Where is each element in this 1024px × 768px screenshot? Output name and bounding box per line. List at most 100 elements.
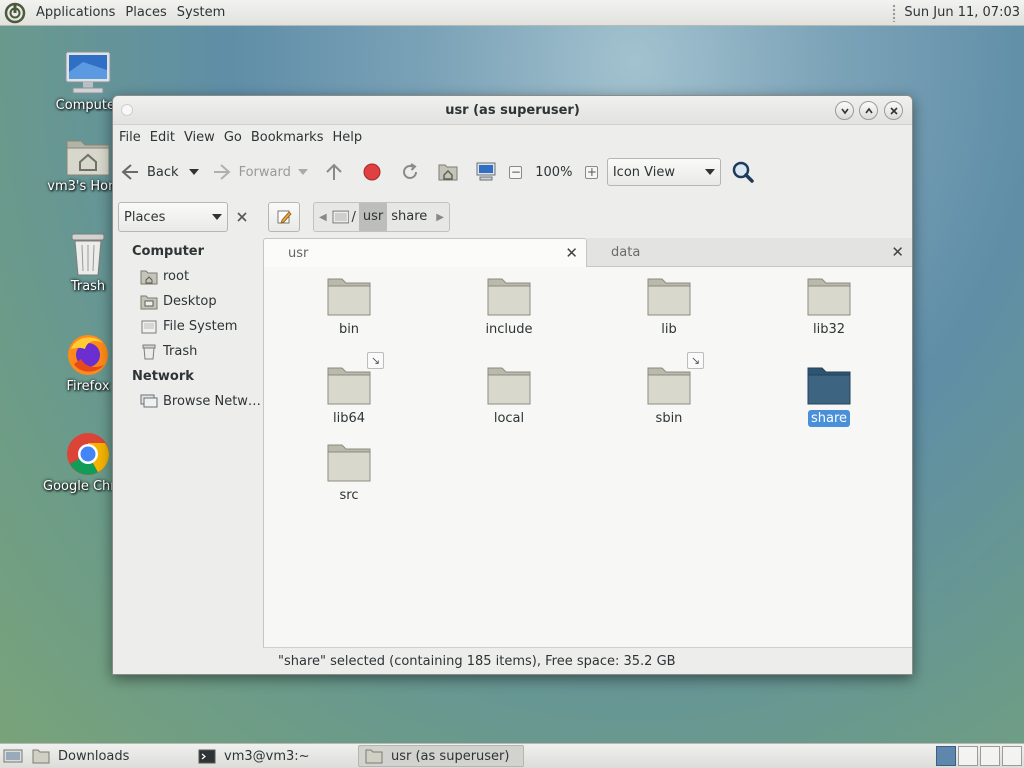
up-arrow-icon [326, 163, 342, 180]
taskbar-item-label: Downloads [58, 748, 130, 764]
menu-edit[interactable]: Edit [146, 130, 179, 145]
file-item-share[interactable]: share [774, 364, 884, 427]
stop-icon [363, 163, 381, 181]
zoom-out-button[interactable]: − [505, 157, 527, 187]
drive-icon [141, 320, 157, 333]
workspace-4[interactable] [1002, 746, 1022, 766]
file-item-sbin[interactable]: ↘ sbin [614, 352, 724, 427]
home-folder-icon [438, 164, 458, 181]
breadcrumb-usr[interactable]: usr [358, 203, 388, 231]
forward-button[interactable]: Forward [211, 157, 291, 187]
workspace-3[interactable] [980, 746, 1000, 766]
view-mode-value: Icon View [612, 164, 675, 180]
caret-down-icon [704, 169, 715, 175]
breadcrumb-share[interactable]: share [387, 203, 431, 231]
breadcrumb-scroll-left[interactable]: ◀ [314, 212, 332, 223]
close-window-button[interactable] [884, 101, 903, 120]
maximize-button[interactable] [859, 101, 878, 120]
window-titlebar[interactable]: usr (as superuser) [113, 96, 912, 125]
toggle-location-entry-button[interactable] [268, 202, 300, 232]
menu-view[interactable]: View [180, 130, 219, 145]
window-menubar: File Edit View Go Bookmarks Help [113, 125, 912, 149]
close-tab-icon[interactable]: ✕ [891, 238, 904, 267]
main-toolbar: Back Forward − 100% + Icon View [113, 151, 912, 193]
forward-label: Forward [238, 164, 291, 180]
view-mode-select[interactable]: Icon View [606, 158, 721, 186]
up-button[interactable] [315, 157, 353, 187]
computer-button[interactable] [467, 157, 505, 187]
file-manager-window: usr (as superuser) File Edit View Go Boo… [112, 95, 913, 675]
reload-button[interactable] [391, 157, 429, 187]
zoom-level[interactable]: 100% [527, 157, 581, 187]
close-side-pane-button[interactable] [230, 202, 254, 232]
taskbar-item-downloads[interactable]: Downloads [26, 745, 192, 767]
taskbar-item-terminal[interactable]: vm3@vm3:~ [192, 745, 358, 767]
distro-logo-icon[interactable] [4, 2, 26, 24]
search-button[interactable] [723, 157, 763, 187]
clock[interactable]: Sun Jun 11, 07:03 [904, 5, 1020, 20]
minimize-button[interactable] [835, 101, 854, 120]
home-folder-icon [66, 140, 110, 176]
terminal-icon [198, 749, 216, 763]
system-menu[interactable]: System [172, 5, 230, 20]
folder-icon [326, 441, 372, 483]
folder-icon: ↘ [326, 352, 384, 406]
file-item-lib32[interactable]: lib32 [774, 275, 884, 338]
folder-icon [806, 275, 852, 317]
file-item-lib[interactable]: lib [614, 275, 724, 338]
folder-icon [486, 364, 532, 406]
file-item-local[interactable]: local [454, 364, 564, 427]
back-button[interactable]: Back [119, 157, 179, 187]
sidebar-item-label: root [163, 269, 190, 284]
file-item-include[interactable]: include [454, 275, 564, 338]
desktop-folder-icon [140, 295, 158, 309]
folder-icon [365, 749, 383, 763]
show-desktop-button[interactable] [0, 745, 26, 767]
panel-handle-icon [892, 3, 897, 22]
top-panel: Applications Places System Sun Jun 11, 0… [0, 0, 1024, 26]
tab-usr[interactable]: usr ✕ [263, 238, 587, 267]
sidebar-item-desktop[interactable]: Desktop [115, 289, 262, 314]
forward-arrow-icon [213, 164, 231, 180]
stop-button[interactable] [353, 157, 391, 187]
file-item-src[interactable]: src [294, 441, 404, 504]
workspace-1[interactable] [936, 746, 956, 766]
breadcrumb-scroll-right[interactable]: ▶ [431, 212, 449, 223]
menu-file[interactable]: File [115, 130, 145, 145]
menu-go[interactable]: Go [220, 130, 246, 145]
file-item-lib64[interactable]: ↘ lib64 [294, 352, 404, 427]
sidebar-item-trash[interactable]: Trash [115, 339, 262, 364]
menu-bookmarks[interactable]: Bookmarks [247, 130, 328, 145]
menu-help[interactable]: Help [328, 130, 366, 145]
file-icon-view[interactable]: bin include lib lib32 ↘ lib64 local ↘ sbin share s… [263, 267, 912, 647]
workspace-2[interactable] [958, 746, 978, 766]
applications-menu[interactable]: Applications [31, 5, 120, 20]
zoom-in-button[interactable]: + [581, 157, 603, 187]
places-menu[interactable]: Places [120, 5, 171, 20]
window-menu-icon[interactable] [121, 104, 133, 116]
close-tab-icon[interactable]: ✕ [565, 239, 578, 268]
tab-label: data [611, 245, 641, 260]
file-item-bin[interactable]: bin [294, 275, 404, 338]
search-icon [732, 161, 754, 183]
sidebar-item-root[interactable]: root [115, 264, 262, 289]
home-button[interactable] [429, 157, 467, 187]
symlink-arrow-icon: ↘ [687, 352, 704, 369]
sidebar-item-label: Desktop [163, 294, 217, 309]
sidebar-item-browse-network[interactable]: Browse Netw… [115, 389, 262, 414]
side-pane-select[interactable]: Places [118, 202, 228, 232]
tab-data[interactable]: data ✕ [587, 238, 912, 267]
file-item-label: src [339, 488, 359, 503]
side-pane-value: Places [124, 209, 166, 225]
tab-bar: usr ✕ data ✕ [263, 238, 912, 267]
file-item-label: share [807, 410, 851, 427]
folder-icon [646, 275, 692, 317]
taskbar-item-file-manager[interactable]: usr (as superuser) [358, 745, 524, 767]
sidebar-item-file-system[interactable]: File System [115, 314, 262, 339]
back-history-dropdown[interactable] [183, 157, 205, 187]
file-item-label: local [493, 411, 525, 426]
breadcrumb-root[interactable]: / [351, 210, 355, 225]
breadcrumb: ◀ / usr share ▶ [313, 202, 450, 232]
forward-history-dropdown[interactable] [291, 157, 315, 187]
sidebar-header-computer: Computer [132, 244, 205, 259]
